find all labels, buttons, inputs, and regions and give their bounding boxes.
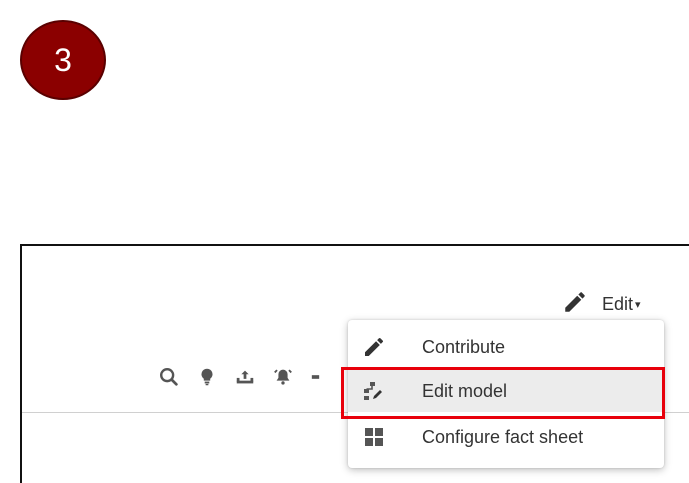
menu-item-label: Edit model [422,380,508,401]
step-number: 3 [54,41,72,78]
step-number-badge: 3 [20,20,106,100]
menu-item-edit-model[interactable]: Edit model [348,370,664,412]
menu-item-configure-fact-sheet[interactable]: Configure fact sheet [348,416,664,458]
lightbulb-icon[interactable] [196,366,218,388]
model-edit-icon [362,379,402,403]
alarm-bell-icon[interactable] [272,366,294,388]
app-screenshot: Edit ▾ Contribute Edit model Configure f… [20,244,689,483]
grid-icon [362,425,402,449]
pencil-icon [562,289,588,320]
menu-item-contribute[interactable]: Contribute [348,326,664,368]
toolbar [158,366,332,388]
menu-item-label: Configure fact sheet [422,426,584,447]
pencil-icon [362,335,402,359]
edit-dropdown-button[interactable]: Edit ▾ [562,290,641,318]
chevron-down-icon: ▾ [635,298,641,311]
search-icon[interactable] [158,366,180,388]
menu-item-label: Contribute [422,336,506,357]
edit-dropdown-menu: Contribute Edit model Configure fact she… [348,320,664,468]
edit-label: Edit [602,293,634,314]
more-icon[interactable] [310,366,332,388]
upload-icon[interactable] [234,366,256,388]
